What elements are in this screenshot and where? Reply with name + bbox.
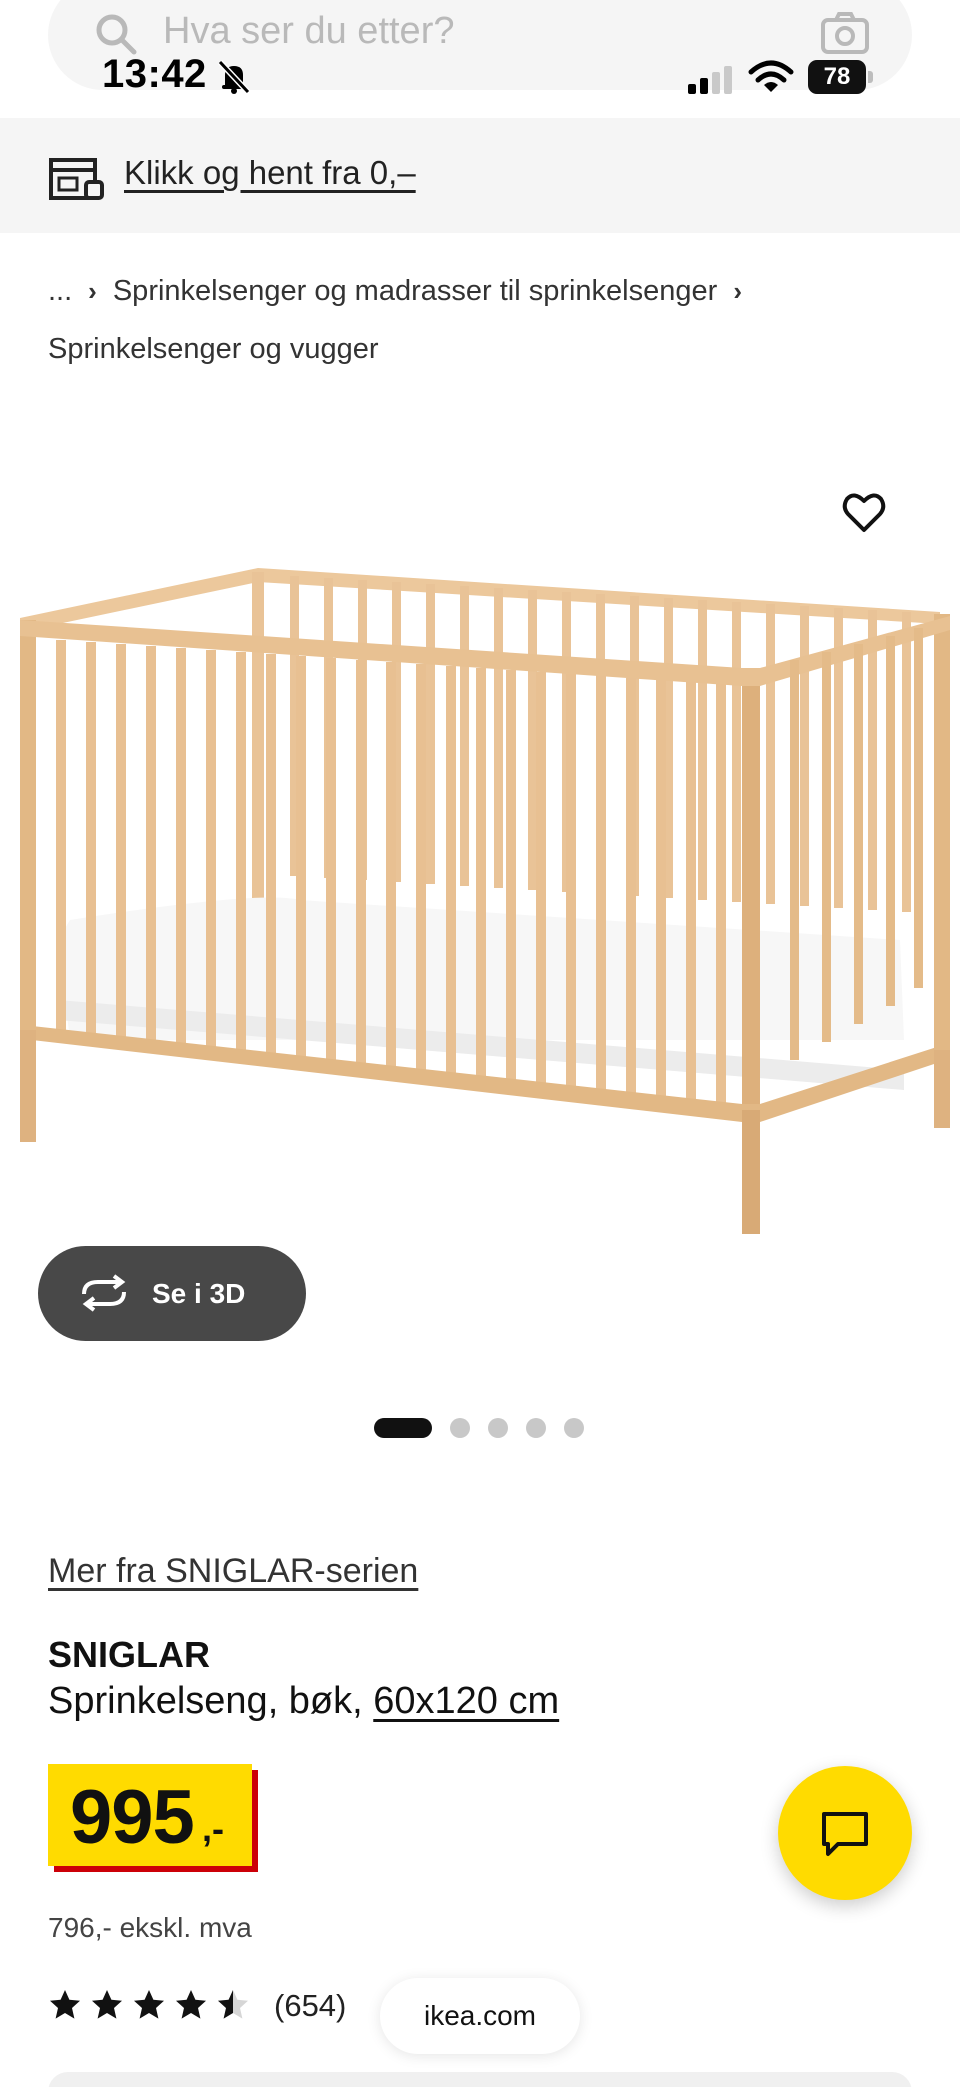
rotate-3d-icon [82, 1274, 126, 1312]
store-icon [49, 158, 104, 200]
status-time: 13:42 [102, 52, 207, 96]
battery-tip [868, 71, 873, 83]
price-value: 995 [70, 1775, 195, 1860]
click-collect-link[interactable]: Klikk og hent fra 0,– [124, 154, 416, 192]
star-full-icon [134, 1990, 164, 2019]
search-icon [96, 14, 137, 55]
battery-indicator: 78 [808, 60, 874, 94]
carousel-dot-active[interactable] [374, 1418, 432, 1438]
search-input[interactable]: Hva ser du etter? [163, 10, 454, 53]
click-collect-banner[interactable]: Klikk og hent fra 0,– [0, 118, 960, 233]
star-full-icon [176, 1990, 206, 2019]
view-3d-label: Se i 3D [152, 1278, 246, 1309]
chat-icon [822, 1812, 868, 1856]
browser-url-pill[interactable]: ikea.com [380, 1978, 580, 2054]
chat-button[interactable] [778, 1766, 912, 1900]
view-3d-button[interactable]: Se i 3D [38, 1246, 306, 1341]
breadcrumb-item-crib-mattresses[interactable]: Sprinkelsenger og madrasser til sprinkel… [113, 275, 717, 307]
carousel-dot[interactable] [488, 1418, 508, 1438]
product-description: Sprinkelseng, bøk, 60x120 cm [48, 1680, 559, 1723]
camera-icon[interactable] [820, 10, 870, 58]
carousel-dot[interactable] [564, 1418, 584, 1438]
breadcrumb: ... › Sprinkelsenger og madrasser til spri… [48, 262, 928, 378]
price-tag-box: 995 ,- [48, 1764, 252, 1866]
breadcrumb-ellipsis[interactable]: ... [48, 262, 72, 320]
chevron-right-icon: › [733, 276, 742, 306]
breadcrumb-item-cribs-cradles[interactable]: Sprinkelsenger og vugger [48, 333, 378, 365]
size-link[interactable]: 60x120 cm [373, 1680, 559, 1722]
carousel-dot[interactable] [526, 1418, 546, 1438]
price-ex-vat: 796,- ekskl. mva [48, 1912, 252, 1943]
heart-icon[interactable] [840, 488, 888, 536]
price-suffix: ,- [202, 1808, 224, 1849]
wifi-icon [748, 60, 794, 92]
signal-icon [688, 66, 732, 94]
bell-muted-icon [217, 59, 251, 95]
product-image[interactable] [0, 440, 960, 1240]
product-name: SNIGLAR [48, 1634, 210, 1675]
series-link[interactable]: Mer fra SNIGLAR-serien [48, 1552, 418, 1591]
star-half-icon [218, 1990, 248, 2019]
star-full-icon [50, 1990, 80, 2019]
price-tag: 995 ,- [48, 1764, 258, 1872]
star-full-icon [92, 1990, 122, 2019]
rating-count[interactable]: (654) [274, 1988, 346, 2024]
carousel-dot[interactable] [450, 1418, 470, 1438]
next-section-card [48, 2072, 912, 2087]
chevron-right-icon: › [88, 276, 97, 306]
battery-level: 78 [808, 60, 866, 94]
product-type: Sprinkelseng, bøk, [48, 1680, 374, 1722]
